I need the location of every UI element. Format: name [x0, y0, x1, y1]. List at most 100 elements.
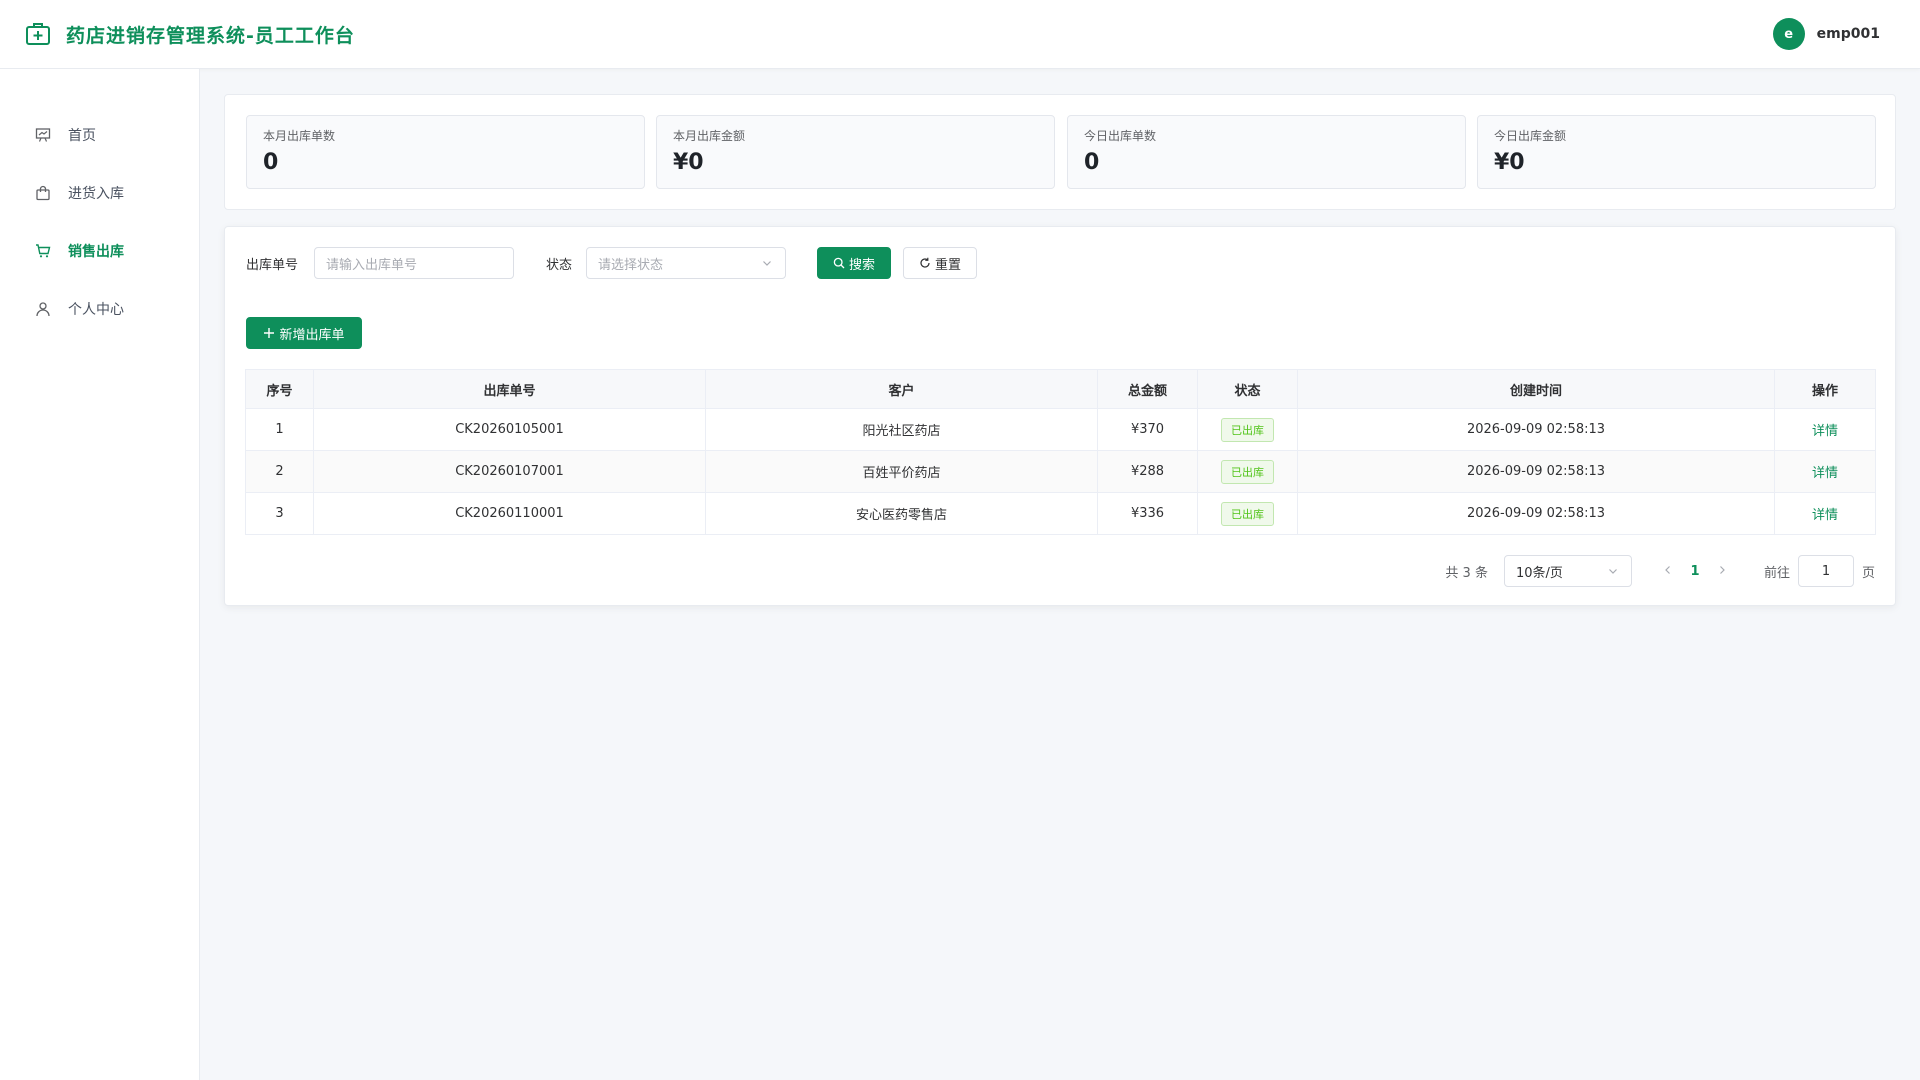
stats-panel: 本月出库单数 0 本月出库金额 ¥0 今日出库单数 0 今日出库金额 ¥0 — [224, 94, 1896, 210]
chevron-right-icon — [1720, 565, 1725, 574]
cell-actions: 详情 — [1774, 492, 1876, 535]
stat-label: 本月出库金额 — [673, 129, 746, 143]
stat-value: ¥0 — [673, 150, 704, 175]
sidebar-item-purchase[interactable]: 进货入库 — [0, 173, 199, 213]
detail-link[interactable]: 详情 — [1812, 508, 1838, 523]
column-header-status: 状态 — [1197, 369, 1298, 409]
goto-label: 前往 — [1763, 565, 1790, 581]
cell-amount: ¥288 — [1097, 450, 1198, 493]
avatar[interactable]: e — [1772, 18, 1805, 50]
sidebar-item-home[interactable]: 首页 — [0, 115, 199, 155]
cell-created: 2026-09-09 02:58:13 — [1297, 492, 1775, 535]
stat-value: ¥0 — [1494, 150, 1525, 175]
cell-created: 2026-09-09 02:58:13 — [1297, 450, 1775, 493]
stat-value: 0 — [1084, 150, 1100, 175]
page-number-current[interactable]: 1 — [1680, 564, 1710, 579]
medical-kit-icon — [26, 23, 50, 45]
user-name[interactable]: emp001 — [1817, 26, 1880, 42]
presentation-icon — [34, 126, 52, 144]
cell-amount: ¥370 — [1097, 408, 1198, 451]
stat-today-count: 今日出库单数 0 — [1067, 115, 1466, 189]
cell-order-no: CK20260110001 — [313, 492, 706, 535]
shopping-bag-icon — [34, 184, 52, 202]
status-label: 状态 — [546, 258, 573, 273]
stat-value: 0 — [263, 150, 279, 175]
reset-button-label: 重置 — [934, 257, 961, 273]
status-badge: 已出库 — [1221, 501, 1274, 526]
cell-status: 已出库 — [1197, 492, 1298, 535]
next-page-button[interactable] — [1710, 564, 1734, 579]
detail-link[interactable]: 详情 — [1812, 424, 1838, 439]
status-select[interactable]: 请选择状态 — [586, 247, 786, 279]
cell-actions: 详情 — [1774, 450, 1876, 493]
sidebar-item-label: 销售出库 — [68, 244, 124, 260]
cell-actions: 详情 — [1774, 408, 1876, 451]
page-size-select[interactable]: 10条/页 — [1503, 555, 1632, 587]
outbound-table: 序号 出库单号 客户 总金额 状态 创建时间 操作 1 CK2026010500… — [245, 369, 1876, 535]
user-icon — [34, 300, 52, 318]
cell-amount: ¥336 — [1097, 492, 1198, 535]
stat-month-amount: 本月出库金额 ¥0 — [656, 115, 1055, 189]
app-title: 药店进销存管理系统-员工工作台 — [66, 24, 355, 47]
plus-icon — [264, 328, 275, 338]
sidebar-item-sales-out[interactable]: 销售出库 — [0, 231, 199, 271]
chevron-down-icon — [1609, 569, 1617, 574]
pagination: 共 3 条 10条/页 1 前往 1 页 — [1445, 555, 1875, 587]
cell-customer: 百姓平价药店 — [705, 450, 1098, 493]
refresh-icon — [920, 257, 930, 268]
sidebar-item-label: 进货入库 — [68, 186, 124, 202]
sidebar-item-profile[interactable]: 个人中心 — [0, 289, 199, 329]
add-outbound-button[interactable]: 新增出库单 — [246, 317, 362, 349]
search-button-label: 搜索 — [848, 257, 875, 273]
column-header-actions: 操作 — [1774, 369, 1876, 409]
column-header-index: 序号 — [245, 369, 314, 409]
search-icon — [833, 257, 845, 269]
top-header: 药店进销存管理系统-员工工作台 e emp001 — [0, 0, 1920, 69]
table-row: 3 CK20260110001 安心医药零售店 ¥336 已出库 2026-09… — [245, 492, 1876, 535]
cell-index: 1 — [245, 408, 314, 451]
user-menu[interactable]: e emp001 — [1772, 18, 1880, 50]
detail-link[interactable]: 详情 — [1812, 466, 1838, 481]
chevron-left-icon — [1665, 565, 1670, 574]
cell-status: 已出库 — [1197, 408, 1298, 451]
reset-button[interactable]: 重置 — [903, 247, 977, 279]
sidebar-item-label: 个人中心 — [68, 302, 124, 318]
add-outbound-button-label: 新增出库单 — [279, 327, 345, 343]
sidebar: 首页 进货入库 销售出库 个人中心 — [0, 69, 200, 1080]
prev-page-button[interactable] — [1656, 564, 1680, 579]
page-suffix: 页 — [1861, 565, 1875, 581]
table-header-row: 序号 出库单号 客户 总金额 状态 创建时间 操作 — [245, 369, 1876, 409]
outbound-list-panel: 出库单号 请输入出库单号 状态 请选择状态 搜索 重置 新增出库单 序号 出库单… — [224, 226, 1896, 606]
status-select-placeholder: 请选择状态 — [598, 257, 664, 273]
cart-icon — [34, 242, 52, 260]
table-row: 1 CK20260105001 阳光社区药店 ¥370 已出库 2026-09-… — [245, 408, 1876, 451]
cell-customer: 安心医药零售店 — [705, 492, 1098, 535]
column-header-created: 创建时间 — [1297, 369, 1775, 409]
order-no-input[interactable]: 请输入出库单号 — [314, 247, 514, 279]
cell-index: 3 — [245, 492, 314, 535]
stat-month-count: 本月出库单数 0 — [246, 115, 645, 189]
column-header-amount: 总金额 — [1097, 369, 1198, 409]
status-badge: 已出库 — [1221, 417, 1274, 442]
sidebar-item-label: 首页 — [68, 128, 96, 144]
status-badge: 已出库 — [1221, 459, 1274, 484]
cell-index: 2 — [245, 450, 314, 493]
order-no-label: 出库单号 — [246, 258, 299, 273]
goto-page-input[interactable]: 1 — [1797, 555, 1854, 587]
page-size-value: 10条/页 — [1515, 565, 1563, 581]
stat-label: 今日出库金额 — [1494, 129, 1567, 143]
pagination-total: 共 3 条 — [1445, 565, 1488, 581]
cell-status: 已出库 — [1197, 450, 1298, 493]
cell-order-no: CK20260107001 — [313, 450, 706, 493]
stat-label: 本月出库单数 — [263, 129, 336, 143]
stat-label: 今日出库单数 — [1084, 129, 1157, 143]
chevron-down-icon — [763, 261, 771, 266]
column-header-order-no: 出库单号 — [313, 369, 706, 409]
cell-customer: 阳光社区药店 — [705, 408, 1098, 451]
stat-today-amount: 今日出库金额 ¥0 — [1477, 115, 1876, 189]
column-header-customer: 客户 — [705, 369, 1098, 409]
cell-order-no: CK20260105001 — [313, 408, 706, 451]
brand: 药店进销存管理系统-员工工作台 — [24, 20, 355, 48]
table-row: 2 CK20260107001 百姓平价药店 ¥288 已出库 2026-09-… — [245, 450, 1876, 493]
search-button[interactable]: 搜索 — [817, 247, 891, 279]
